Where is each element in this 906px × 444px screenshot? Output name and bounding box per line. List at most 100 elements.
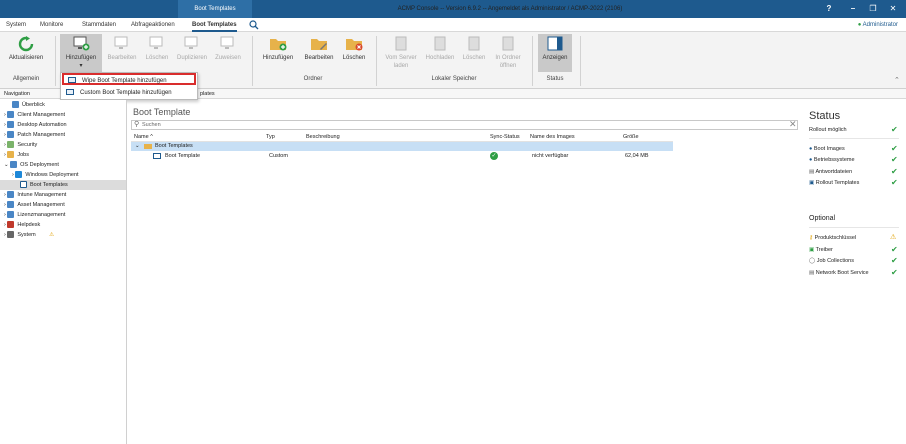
add-folder-button[interactable]: Hinzufügen: [258, 34, 298, 76]
tree-item-lizenzmanagement[interactable]: › Lizenzmanagement: [0, 210, 126, 220]
refresh-label: Aktualisieren: [8, 55, 44, 61]
table-group-row[interactable]: ⌄ Boot Templates: [131, 142, 673, 151]
divider: [809, 138, 899, 139]
column-header-name[interactable]: Name ^: [134, 132, 153, 142]
show-status-button[interactable]: Anzeigen: [538, 34, 572, 72]
column-header-image-name[interactable]: Name des Images: [530, 132, 575, 142]
monitor-edit-icon: [114, 36, 128, 49]
add-template-button[interactable]: Hinzufügen ▾: [60, 34, 102, 72]
search-input[interactable]: ⚲ Suchen: [131, 120, 798, 130]
context-tab-label: Boot Templates: [178, 0, 252, 18]
menu-monitore[interactable]: Monitore: [40, 18, 63, 32]
collapse-ribbon-icon[interactable]: ⌃: [894, 76, 900, 84]
duplicate-template-label: Duplizieren: [176, 55, 207, 61]
tree-item-ueberblick[interactable]: Überblick: [0, 100, 126, 110]
status-produktschluessel[interactable]: ⚷ Produktschlüssel: [809, 233, 856, 243]
status-betriebssysteme[interactable]: ● Betriebssysteme: [809, 155, 855, 165]
tree-label: Desktop Automation: [17, 122, 67, 128]
status-label: Boot Images: [813, 146, 845, 152]
status-label: Antwortdateien: [815, 169, 853, 175]
column-header-beschreibung[interactable]: Beschreibung: [306, 132, 340, 142]
column-header-groesse[interactable]: Größe: [623, 132, 639, 142]
tree-item-desktop-automation[interactable]: › Desktop Automation: [0, 120, 126, 130]
status-title: Status: [809, 110, 841, 122]
monitor-icon: [153, 153, 161, 159]
tree-item-os-deployment[interactable]: ⌄ OS Deployment: [0, 160, 126, 170]
menu-boot-templates[interactable]: Boot Templates: [192, 18, 237, 32]
edit-folder-button[interactable]: Bearbeiten: [300, 34, 338, 76]
asset-icon: [7, 201, 15, 209]
helpdesk-icon: [7, 221, 15, 229]
server-delete-icon: [468, 36, 480, 51]
column-header-typ[interactable]: Typ: [266, 132, 275, 142]
search-placeholder: Suchen: [142, 122, 161, 128]
tree-item-intune-management[interactable]: › Intune Management: [0, 190, 126, 200]
overview-icon: [12, 101, 19, 109]
server-upload-icon: [434, 36, 446, 51]
tree-item-security[interactable]: › Security: [0, 140, 126, 150]
search-icon[interactable]: [249, 20, 259, 30]
load-from-server-button[interactable]: Vom Server laden: [382, 34, 420, 76]
cell-image-name: nicht verfügbar: [532, 153, 569, 159]
custom-template-item[interactable]: Custom Boot Template hinzufügen: [62, 87, 196, 99]
user-name: Administrator: [862, 22, 898, 28]
tree-label: OS Deployment: [20, 162, 59, 168]
tree-item-asset-management[interactable]: › Asset Management: [0, 200, 126, 210]
duplicate-template-button[interactable]: Duplizieren: [174, 34, 210, 76]
group-label: Boot Templates: [155, 143, 193, 149]
tree-item-client-management[interactable]: › Client Management: [0, 110, 126, 120]
tree-item-boot-templates[interactable]: Boot Templates: [0, 180, 126, 190]
delete-local-button[interactable]: Löschen: [460, 34, 488, 76]
status-network-boot-service[interactable]: ▤ Network Boot Service: [809, 268, 869, 278]
minimize-button[interactable]: –: [842, 0, 864, 18]
restore-button[interactable]: ❐: [862, 0, 884, 18]
status-rollout-templates[interactable]: ▣ Rollout Templates: [809, 178, 859, 188]
tree-label: Security: [17, 142, 38, 148]
group-label-lokal: Lokaler Speicher: [431, 76, 477, 82]
wipe-template-icon: [68, 77, 76, 83]
delete-folder-button[interactable]: Löschen: [340, 34, 368, 76]
table-header: Name ^ Typ Beschreibung Sync-Status Name…: [131, 132, 673, 142]
status-label: Treiber: [815, 247, 833, 253]
menu-stammdaten[interactable]: Stammdaten: [82, 18, 116, 32]
status-antwortdateien[interactable]: ▤ Antwortdateien: [809, 167, 852, 177]
status-panel-icon: [547, 36, 563, 51]
tree-item-jobs[interactable]: › Jobs: [0, 150, 126, 160]
search-icon: ⚲: [134, 121, 140, 128]
column-header-sync-status[interactable]: Sync-Status: [490, 132, 520, 142]
delete-template-label: Löschen: [145, 55, 169, 61]
wipe-template-label: Wipe Boot Template hinzufügen: [82, 78, 167, 84]
upload-button[interactable]: Hochladen: [422, 34, 458, 76]
status-label: Job Collections: [816, 258, 854, 264]
menu-abfrageaktionen[interactable]: Abfrageaktionen: [131, 18, 175, 32]
wipe-template-item[interactable]: Wipe Boot Template hinzufügen: [62, 73, 196, 85]
help-button[interactable]: ?: [818, 0, 840, 18]
table-row[interactable]: Boot Template Custom ✓ nicht verfügbar 6…: [131, 152, 673, 161]
check-icon: ✔: [891, 155, 898, 164]
menu-system[interactable]: System: [6, 18, 26, 32]
refresh-button[interactable]: Aktualisieren: [6, 34, 46, 76]
column-label: Name: [134, 134, 149, 140]
delete-template-button[interactable]: Löschen: [142, 34, 172, 76]
rollout-template-icon: ▣: [809, 180, 815, 186]
check-icon: ✔: [891, 256, 898, 265]
assign-template-button[interactable]: Zuweisen: [212, 34, 244, 76]
tree-item-helpdesk[interactable]: › Helpdesk: [0, 220, 126, 230]
custom-template-label: Custom Boot Template hinzufügen: [80, 90, 172, 96]
status-boot-images[interactable]: ● Boot Images: [809, 144, 845, 154]
close-button[interactable]: ✕: [882, 0, 904, 18]
folder-icon: [144, 144, 152, 149]
open-in-folder-button[interactable]: In Ordner öffnen: [490, 34, 526, 76]
tree-item-patch-management[interactable]: › Patch Management: [0, 130, 126, 140]
deployment-icon: [10, 161, 18, 169]
check-icon: ✔: [891, 144, 898, 153]
clear-search-icon[interactable]: ✕: [789, 119, 797, 130]
tree-item-windows-deployment[interactable]: › Windows Deployment: [0, 170, 126, 180]
tree-item-system[interactable]: › System ⚠: [0, 230, 126, 240]
status-treiber[interactable]: ▣ Treiber: [809, 245, 833, 255]
status-job-collections[interactable]: ◯ Job Collections: [809, 256, 854, 266]
user-menu[interactable]: ● Administrator: [858, 18, 898, 32]
open-in-folder-label: In Ordner öffnen: [495, 55, 521, 69]
edit-template-button[interactable]: Bearbeiten: [104, 34, 140, 76]
edit-folder-label: Bearbeiten: [304, 55, 334, 61]
